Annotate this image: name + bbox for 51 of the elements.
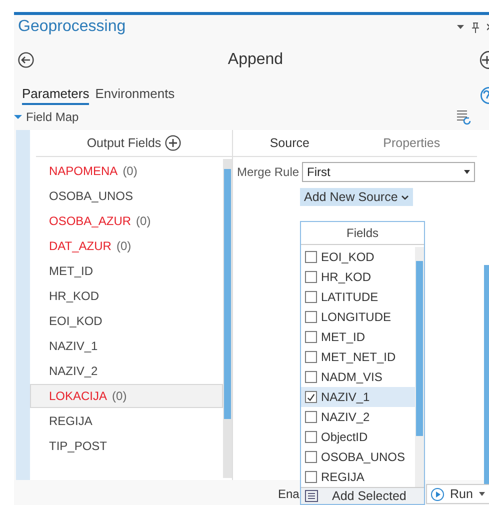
output-field-row[interactable]: OSOBA_AZUR (0) xyxy=(30,209,223,233)
output-field-row[interactable]: REGIJA xyxy=(30,409,223,433)
tool-title: Append xyxy=(226,51,284,69)
output-field-row[interactable]: NAZIV_1 xyxy=(30,334,223,358)
source-tab[interactable]: Properties xyxy=(383,136,440,150)
add-new-source-button[interactable]: Add New Source xyxy=(300,188,413,206)
output-field-row[interactable]: OSOBA_UNOS xyxy=(30,184,223,208)
field-name: LONGITUDE xyxy=(321,310,392,324)
output-field-row[interactable]: EOI_KOD xyxy=(30,309,223,333)
field-option[interactable]: NADM_VIS xyxy=(301,367,415,387)
field-option[interactable]: HR_KOD xyxy=(301,267,415,287)
field-name: NAZIV_1 xyxy=(321,390,370,404)
field-name: MET_NET_ID xyxy=(321,350,396,364)
field-name: OSOBA_UNOS xyxy=(321,450,406,464)
field-option[interactable]: LONGITUDE xyxy=(301,307,415,327)
field-name: NAZIV_2 xyxy=(321,410,370,424)
section-title: Field Map xyxy=(26,110,80,124)
field-option[interactable]: OSOBA_UNOS xyxy=(301,447,415,467)
column-header: Output Fields xyxy=(86,136,162,150)
panel-title: Geoprocessing xyxy=(18,18,127,36)
output-field-row[interactable]: HR_KOD xyxy=(30,284,223,308)
field-name: REGIJA xyxy=(321,470,364,484)
field-name: MET_ID xyxy=(321,330,366,344)
field-option[interactable]: MET_ID xyxy=(301,327,415,347)
output-field-row[interactable]: LOKACIJA (0) xyxy=(30,384,223,408)
field-name: HR_KOD xyxy=(321,270,372,284)
field-name: NADM_VIS xyxy=(321,370,382,384)
output-field-row[interactable]: MET_ID xyxy=(30,259,223,283)
tab[interactable]: Parameters xyxy=(22,86,90,104)
output-field-row[interactable]: NAPOMENA (0) xyxy=(30,159,223,183)
source-tab[interactable]: Source xyxy=(270,136,310,150)
output-field-row[interactable]: TIP_POST xyxy=(30,434,223,458)
field-option[interactable]: EOI_KOD xyxy=(301,247,415,267)
tab[interactable]: Environments xyxy=(95,86,175,104)
field-option[interactable]: ObjectID xyxy=(301,427,415,447)
output-field-row[interactable]: NAZIV_2 xyxy=(30,359,223,383)
merge-rule-dropdown[interactable]: First xyxy=(302,162,475,182)
field-option[interactable]: MET_NET_ID xyxy=(301,347,415,367)
popup-header: Fields xyxy=(301,222,424,245)
field-option[interactable]: REGIJA xyxy=(301,467,415,487)
field-option[interactable]: NAZIV_2 xyxy=(301,407,415,427)
field-name: ObjectID xyxy=(321,430,368,444)
field-name: LATITUDE xyxy=(321,290,378,304)
add-selected-button[interactable]: Add Selected xyxy=(301,487,424,504)
field-option[interactable]: NAZIV_1 xyxy=(301,387,415,407)
checkbox-label: Ena xyxy=(278,487,300,501)
field-label: Merge Rule xyxy=(237,165,300,179)
field-option[interactable]: LATITUDE xyxy=(301,287,415,307)
field-name: EOI_KOD xyxy=(321,250,374,264)
run-button[interactable]: Run xyxy=(426,484,489,504)
output-field-row[interactable]: DAT_AZUR (0) xyxy=(30,234,223,258)
